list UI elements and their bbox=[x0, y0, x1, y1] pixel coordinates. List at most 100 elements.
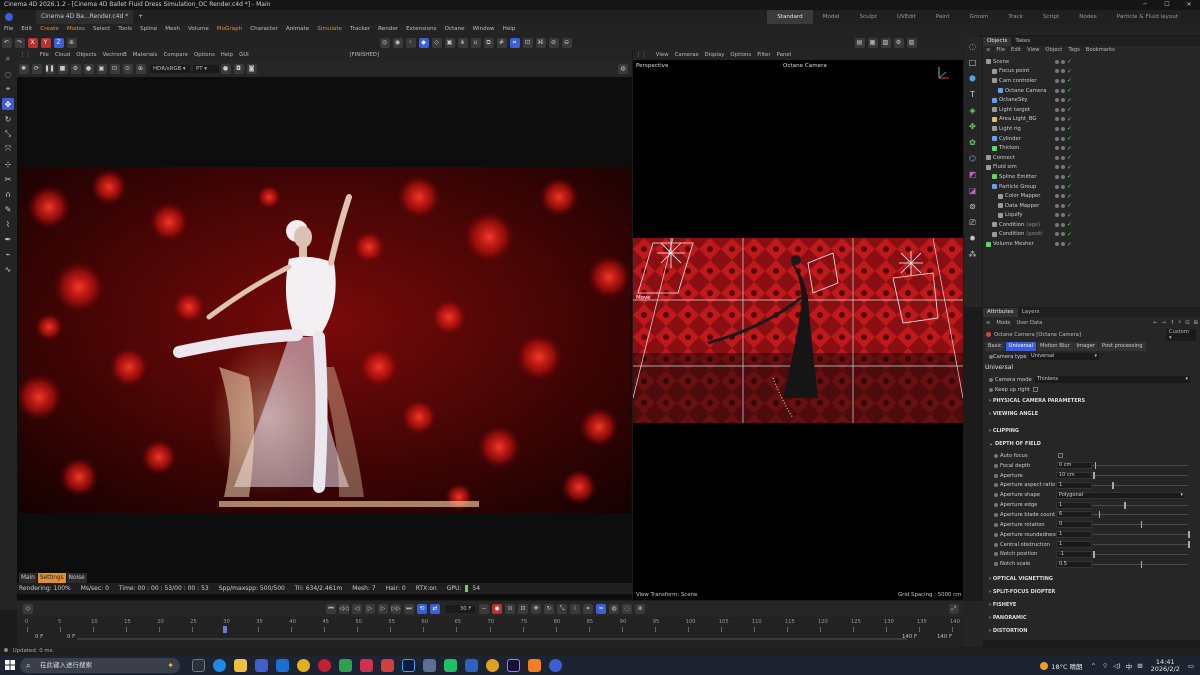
render-dot-icon[interactable] bbox=[1061, 146, 1065, 151]
attr-subtab-post-processing[interactable]: Post processing bbox=[1099, 342, 1146, 351]
bounce-icon[interactable]: ⇄ bbox=[430, 604, 440, 614]
layout-tab-script[interactable]: Script bbox=[1033, 10, 1069, 24]
render-region-icon[interactable]: ⊡ bbox=[109, 63, 120, 74]
live-selection-icon[interactable]: ◌ bbox=[2, 68, 14, 80]
layout-tab-standard[interactable]: Standard bbox=[767, 10, 813, 24]
visibility-dot-icon[interactable] bbox=[1055, 232, 1059, 237]
attr-subtab-basic[interactable]: Basic bbox=[985, 342, 1005, 351]
enabled-check-icon[interactable]: ✓ bbox=[1067, 106, 1072, 113]
lock-icon[interactable]: ⊡ bbox=[1183, 320, 1191, 326]
tab-settings[interactable]: Settings bbox=[37, 573, 66, 583]
visibility-dot-icon[interactable] bbox=[1055, 203, 1059, 208]
c4d-logo-icon[interactable] bbox=[0, 10, 36, 24]
object-row[interactable]: Fluid sim ✓ bbox=[983, 163, 1200, 173]
object-row[interactable]: Light rig ✓ bbox=[983, 124, 1200, 134]
render-restart-icon[interactable]: ⟳ bbox=[31, 63, 42, 74]
timeline-playhead[interactable] bbox=[222, 626, 227, 633]
edges-mode-icon[interactable]: ◇ bbox=[431, 37, 442, 48]
object-row[interactable]: Condition (positi ✓ bbox=[983, 230, 1200, 240]
menu-modes[interactable]: Modes bbox=[63, 24, 89, 35]
go-to-start-icon[interactable]: ⏮ bbox=[326, 604, 336, 614]
objects-menu-file[interactable]: File bbox=[993, 46, 1008, 55]
object-row[interactable]: Volume Mesher ✓ bbox=[983, 239, 1200, 249]
dof-param-slider[interactable] bbox=[1093, 550, 1188, 558]
camera-icon[interactable]: ◘ bbox=[233, 63, 244, 74]
keyframe-dot-icon[interactable] bbox=[989, 387, 993, 392]
object-row[interactable]: Condition (age) ✓ bbox=[983, 220, 1200, 230]
object-row[interactable]: Particle Group ✓ bbox=[983, 182, 1200, 192]
layout-tab-groom[interactable]: Groom bbox=[960, 10, 999, 24]
loop-icon[interactable]: ⟲ bbox=[417, 604, 427, 614]
maximize-icon[interactable]: ☐ bbox=[1156, 0, 1178, 10]
render-dot-icon[interactable] bbox=[1061, 203, 1065, 208]
axis-x-toggle[interactable]: X bbox=[27, 37, 38, 48]
enabled-check-icon[interactable]: ✓ bbox=[1067, 231, 1072, 238]
slider-knob[interactable] bbox=[1188, 531, 1190, 539]
axis-tool-icon[interactable]: ⊹ bbox=[2, 158, 14, 170]
up-arrow-icon[interactable]: ↑ bbox=[1168, 320, 1176, 326]
section-clipping[interactable]: › CLIPPING bbox=[989, 428, 1019, 434]
spline-tool-icon[interactable]: ∿ bbox=[2, 263, 14, 275]
next-frame-icon[interactable]: ▷ bbox=[378, 604, 388, 614]
coordinate-system-icon[interactable]: ⊕ bbox=[66, 37, 77, 48]
attr-menu-user-data[interactable]: User Data bbox=[1014, 320, 1046, 326]
section-panoramic[interactable]: › PANORAMIC bbox=[989, 615, 1027, 621]
menu-extensions[interactable]: Extensions bbox=[402, 24, 440, 35]
camera-type-select[interactable]: Universal ▾ bbox=[1029, 353, 1099, 361]
viewport-menu-panel[interactable]: Panel bbox=[774, 52, 795, 58]
dof-param-value[interactable]: 1 bbox=[1056, 541, 1092, 549]
keyframe-dot-icon[interactable] bbox=[994, 503, 998, 508]
forward-arrow-icon[interactable]: → bbox=[1160, 320, 1168, 326]
render-dot-icon[interactable] bbox=[1061, 88, 1065, 93]
visibility-dot-icon[interactable] bbox=[1055, 69, 1059, 74]
workplane-icon[interactable]: ⧉ bbox=[483, 37, 494, 48]
end-frame-field[interactable]: 140 F bbox=[902, 634, 917, 640]
keyframe-dot-icon[interactable] bbox=[994, 542, 998, 547]
enabled-check-icon[interactable]: ✓ bbox=[1067, 202, 1072, 209]
keyframe-diamond-icon[interactable]: ◇ bbox=[23, 604, 33, 614]
photoshop-icon[interactable] bbox=[402, 659, 415, 672]
enabled-check-icon[interactable]: ✓ bbox=[1067, 241, 1072, 248]
render-dot-icon[interactable] bbox=[1061, 155, 1065, 160]
cloner-icon[interactable]: ✤ bbox=[966, 120, 979, 133]
scale-key-icon[interactable]: ⤡ bbox=[557, 604, 567, 614]
viewport-menu-filter[interactable]: Filter bbox=[754, 52, 773, 58]
render-dot-icon[interactable] bbox=[1061, 98, 1065, 103]
object-row[interactable]: Scene ✓ bbox=[983, 57, 1200, 67]
layout-tab-nodes[interactable]: Nodes bbox=[1069, 10, 1107, 24]
mail-icon[interactable] bbox=[276, 659, 289, 672]
render-dot-icon[interactable] bbox=[1061, 126, 1065, 131]
ime-mode-icon[interactable]: ⊞ bbox=[1137, 662, 1142, 670]
field-icon[interactable]: ⌬ bbox=[966, 152, 979, 165]
render-dot-icon[interactable] bbox=[1061, 222, 1065, 227]
guide-icon[interactable]: ⊘ bbox=[548, 37, 559, 48]
param-key-icon[interactable]: ⁞ bbox=[570, 604, 580, 614]
dof-param-slider[interactable] bbox=[1093, 501, 1188, 509]
magnet-tool-icon[interactable]: ∩ bbox=[2, 188, 14, 200]
light-object-icon[interactable]: ✹ bbox=[966, 232, 979, 245]
visibility-dot-icon[interactable] bbox=[1055, 222, 1059, 227]
viewport-menu-options[interactable]: Options bbox=[727, 52, 754, 58]
render-to-picture-viewer-icon[interactable]: ▧ bbox=[880, 37, 891, 48]
symmetry-icon[interactable]: ⌘ bbox=[535, 37, 546, 48]
file-explorer-icon[interactable] bbox=[234, 659, 247, 672]
end-frame2-field[interactable]: 140 F bbox=[937, 634, 952, 640]
tab-attributes[interactable]: Attributes bbox=[983, 308, 1018, 317]
render-dot-icon[interactable] bbox=[1061, 184, 1065, 189]
tray-chevron-icon[interactable]: ⌃ bbox=[1091, 662, 1096, 670]
objects-menu-bookmarks[interactable]: Bookmarks bbox=[1083, 46, 1118, 55]
visibility-dot-icon[interactable] bbox=[1055, 136, 1059, 141]
polygons-mode-icon[interactable]: ▣ bbox=[444, 37, 455, 48]
visibility-dot-icon[interactable] bbox=[1055, 174, 1059, 179]
edit-render-icon[interactable]: ▨ bbox=[906, 37, 917, 48]
keyframe-dot-icon[interactable] bbox=[994, 463, 998, 468]
after-effects-icon[interactable] bbox=[507, 659, 520, 672]
attr-subtab-imager[interactable]: Imager bbox=[1073, 342, 1099, 351]
render-menu-cloud[interactable]: Cloud bbox=[52, 52, 73, 58]
object-row[interactable]: Color Mapper ✓ bbox=[983, 191, 1200, 201]
render-view-icon[interactable]: ▦ bbox=[867, 37, 878, 48]
visibility-dot-icon[interactable] bbox=[1055, 117, 1059, 122]
slider-knob[interactable] bbox=[1140, 521, 1142, 529]
dof-param-slider[interactable] bbox=[1093, 531, 1190, 539]
attr-subtab-motion-blur[interactable]: Motion Blur bbox=[1036, 342, 1073, 351]
